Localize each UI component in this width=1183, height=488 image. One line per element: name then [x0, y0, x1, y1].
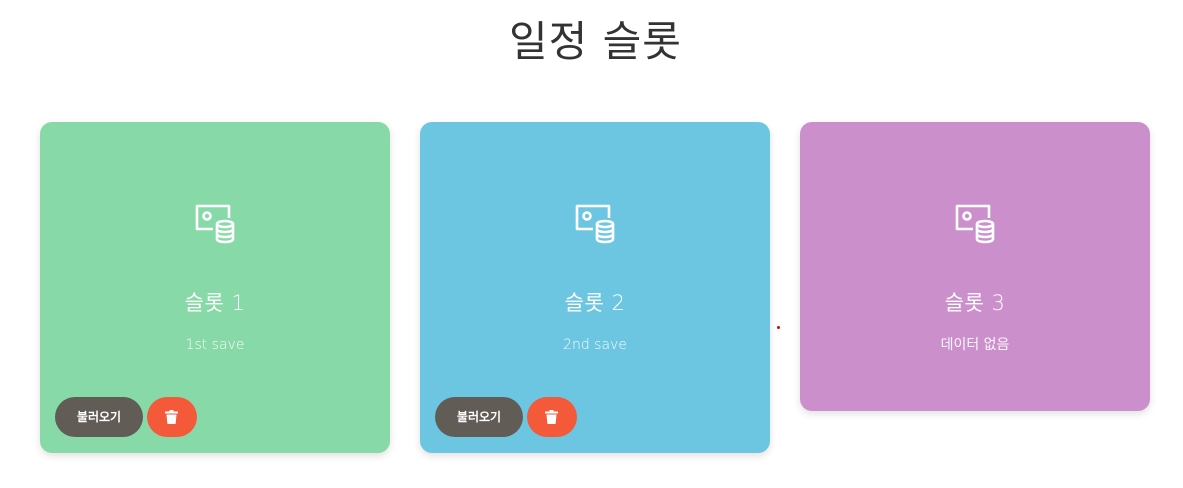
slot-name: 슬롯 1: [184, 291, 246, 315]
load-button[interactable]: 불러오기: [55, 397, 143, 437]
save-database-icon: [575, 204, 615, 244]
slot-card-2[interactable]: 슬롯 2 2nd save 불러오기: [420, 122, 770, 453]
save-database-icon: [195, 204, 235, 244]
slot-description: 1st save: [185, 337, 245, 353]
page-title: 일정 슬롯: [509, 17, 682, 66]
trash-icon: [545, 410, 558, 424]
load-button[interactable]: 불러오기: [435, 397, 523, 437]
slot-page: 일정 슬롯 슬롯 1 1st save 불러오기 슬롯 2 2nd save 불…: [0, 0, 1183, 488]
trash-icon: [165, 410, 178, 424]
slot-description: 2nd save: [563, 337, 627, 353]
delete-button[interactable]: [147, 397, 197, 437]
save-database-icon: [955, 204, 995, 244]
cursor-dot: [777, 326, 780, 329]
slot-name: 슬롯 2: [564, 291, 626, 315]
slot-name: 슬롯 3: [944, 291, 1006, 315]
slot-card-3[interactable]: 슬롯 3 데이터 없음: [800, 122, 1150, 411]
delete-button[interactable]: [527, 397, 577, 437]
slot-card-1[interactable]: 슬롯 1 1st save 불러오기: [40, 122, 390, 453]
slot-description: 데이터 없음: [940, 337, 1010, 353]
